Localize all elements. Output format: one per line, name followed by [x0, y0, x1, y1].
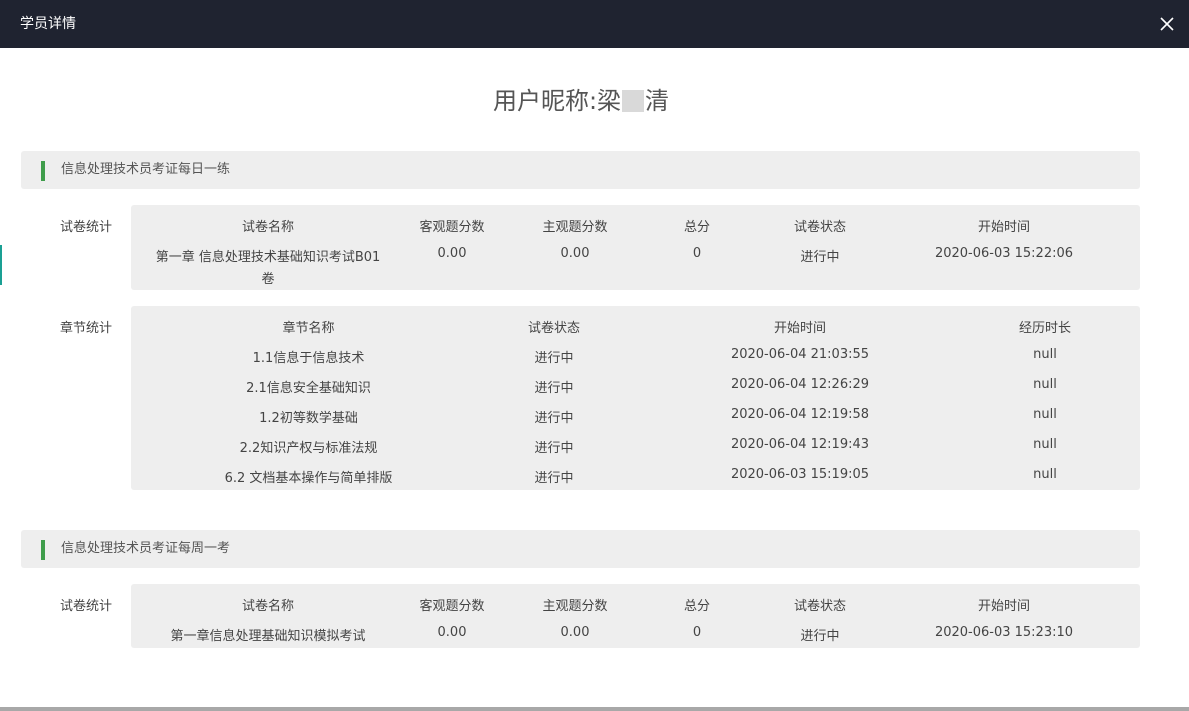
- paper-stats-label: 试卷统计: [60, 220, 113, 235]
- column-header: 试卷名称: [241, 220, 294, 235]
- chapter-start-time: 2020-06-04 12:19:58: [730, 407, 870, 422]
- dialog-title: 学员详情: [20, 16, 76, 32]
- heading-suffix: 清: [645, 87, 670, 115]
- column-header: 试卷状态: [793, 599, 846, 614]
- chapter-start-time: 2020-06-04 12:19:43: [730, 437, 870, 452]
- chapter-name: 1.1信息于信息技术: [252, 351, 365, 366]
- chapter-name: 2.1信息安全基础知识: [246, 381, 371, 396]
- start-time: 2020-06-03 15:23:10: [934, 625, 1074, 640]
- column-header: 客观题分数: [419, 599, 485, 614]
- close-icon[interactable]: [1155, 12, 1179, 36]
- chapter-state: 进行中: [534, 441, 574, 456]
- objective-score: 0.00: [437, 246, 467, 261]
- chapter-duration: null: [1033, 377, 1057, 392]
- chapter-start-time: 2020-06-04 12:26:29: [730, 377, 870, 392]
- column-header: 总分: [683, 599, 710, 614]
- paper-stats-label: 试卷统计: [60, 599, 113, 614]
- objective-score: 0.00: [437, 625, 467, 640]
- chapter-state: 进行中: [534, 411, 574, 426]
- bottom-border: [0, 707, 1189, 711]
- total-score: 0: [692, 246, 702, 261]
- chapter-duration: null: [1033, 467, 1057, 482]
- chapter-stats-label: 章节统计: [60, 321, 113, 336]
- chapter-duration: null: [1033, 437, 1057, 452]
- chapter-start-time: 2020-06-04 21:03:55: [730, 347, 870, 362]
- heading-prefix: 用户昵称:梁: [492, 87, 622, 115]
- paper-stats-table: 试卷名称 客观题分数 主观题分数 总分 试卷状态 开始时间 第一章信息处理基础知…: [131, 584, 1140, 648]
- section-header-daily: 信息处理技术员考证每日一练: [21, 151, 1140, 189]
- left-edge-accent: [0, 245, 2, 285]
- chapter-state: 进行中: [534, 351, 574, 366]
- column-header: 试卷状态: [527, 321, 580, 336]
- chapter-state: 进行中: [534, 471, 574, 486]
- chapter-start-time: 2020-06-03 15:19:05: [730, 467, 870, 482]
- column-header: 章节名称: [282, 321, 335, 336]
- column-header: 经历时长: [1018, 321, 1071, 336]
- section-title: 信息处理技术员考证每日一练: [61, 162, 231, 177]
- start-time: 2020-06-03 15:22:06: [934, 246, 1074, 261]
- chapter-name: 1.2初等数学基础: [259, 411, 358, 426]
- dialog-titlebar: 学员详情: [0, 0, 1189, 48]
- section-title: 信息处理技术员考证每周一考: [61, 541, 231, 556]
- chapter-state: 进行中: [534, 381, 574, 396]
- column-header: 开始时间: [977, 599, 1030, 614]
- column-header: 试卷名称: [241, 599, 294, 614]
- paper-state: 进行中: [800, 629, 840, 644]
- chapter-name: 2.2知识产权与标准法规: [239, 441, 378, 456]
- column-header: 总分: [683, 220, 710, 235]
- paper-stats-table: 试卷名称 客观题分数 主观题分数 总分 试卷状态 开始时间 第一章 信息处理技术…: [131, 205, 1140, 290]
- section-stripe: [41, 540, 45, 560]
- section-header-weekly: 信息处理技术员考证每周一考: [21, 530, 1140, 568]
- column-header: 主观题分数: [542, 599, 608, 614]
- redaction-mask: [622, 90, 645, 112]
- chapter-duration: null: [1033, 407, 1057, 422]
- chapter-name: 6.2 文档基本操作与简单排版: [224, 471, 393, 486]
- column-header: 主观题分数: [542, 220, 608, 235]
- chapter-duration: null: [1033, 347, 1057, 362]
- paper-name-wrap: 卷: [261, 272, 275, 287]
- column-header: 试卷状态: [793, 220, 846, 235]
- paper-state: 进行中: [800, 250, 840, 265]
- column-header: 开始时间: [977, 220, 1030, 235]
- paper-name: 第一章 信息处理技术基础知识考试B01: [155, 250, 381, 265]
- section-stripe: [41, 161, 45, 181]
- column-header: 开始时间: [773, 321, 826, 336]
- paper-name: 第一章信息处理基础知识模拟考试: [170, 629, 366, 644]
- subjective-score: 0.00: [560, 625, 590, 640]
- user-nickname-heading: 用户昵称:梁清: [0, 84, 1162, 118]
- chapter-stats-table: 章节名称 试卷状态 开始时间 经历时长 1.1信息于信息技术 进行中 2020-…: [131, 306, 1140, 490]
- column-header: 客观题分数: [419, 220, 485, 235]
- subjective-score: 0.00: [560, 246, 590, 261]
- total-score: 0: [692, 625, 702, 640]
